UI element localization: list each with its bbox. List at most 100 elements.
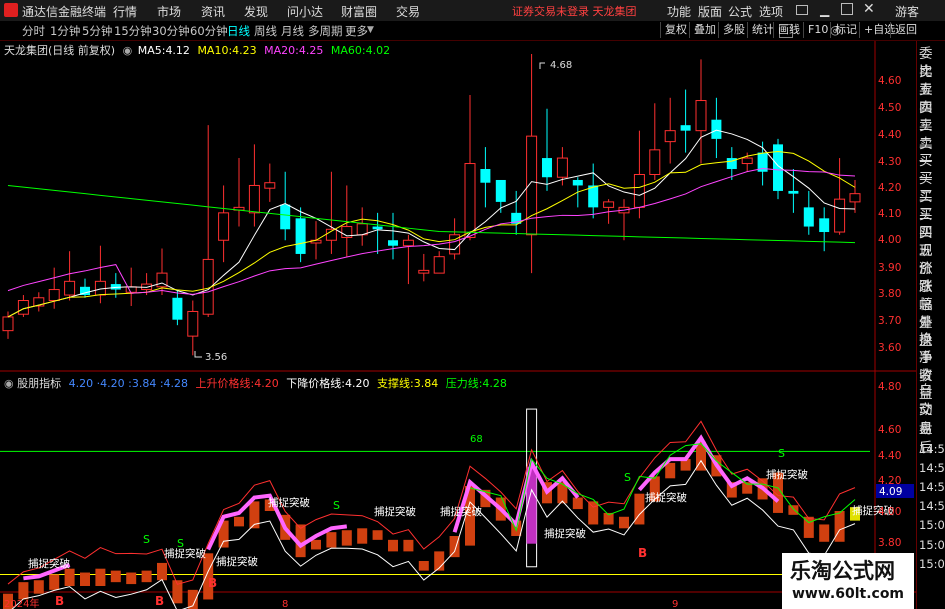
side-panel-time: 15:00 [919, 537, 945, 552]
period-tab-5min[interactable]: 5分钟 [82, 23, 112, 39]
menu-quotes[interactable]: 行情 [113, 3, 137, 20]
indicator-bar [819, 524, 830, 542]
candle-body [388, 240, 398, 246]
candle-body [264, 182, 276, 189]
user-label[interactable]: 游客 [895, 3, 919, 20]
period-tab-15min[interactable]: 15分钟 [114, 23, 152, 39]
candle-body [680, 125, 691, 131]
high-marker-label: 4.68 [550, 60, 572, 71]
candle-body [556, 157, 568, 178]
price-tick: 4.10 [878, 208, 902, 220]
menu-function[interactable]: 功能 [667, 3, 691, 20]
candle-body [433, 256, 445, 274]
side-panel-time: 15:00 [919, 556, 945, 571]
watermark-url: www.60lt.com [792, 586, 905, 602]
indicator-bar [403, 539, 414, 552]
menu-wealth[interactable]: 财富圈 [341, 3, 377, 20]
app-logo-icon [4, 3, 18, 17]
candle-body [603, 201, 615, 208]
indicator-marker-68: 68 [470, 434, 483, 445]
indicator-bar [341, 530, 352, 546]
overlay-button[interactable]: 叠加 [689, 22, 720, 38]
period-tab-weekly[interactable]: 周线 [254, 23, 277, 39]
candle-body [464, 163, 476, 239]
menu-ask[interactable]: 问小达 [287, 3, 323, 20]
kline-chart[interactable]: 4.68 3.56 68 B B B B S S S S S 捕捉突破 捕捉突破… [0, 41, 916, 609]
menu-formula[interactable]: 公式 [728, 3, 752, 20]
candle-body [664, 130, 676, 143]
candlestick-series [2, 53, 861, 356]
period-bar: 分时 1分钟 5分钟 15分钟 30分钟 60分钟 日线 周线 月线 多周期 更… [0, 21, 945, 41]
period-tab-more[interactable]: 更多 [345, 23, 368, 39]
candle-body [542, 158, 552, 178]
low-marker-label: 3.56 [205, 352, 227, 363]
menu-news[interactable]: 资讯 [201, 3, 225, 20]
app-title: 通达信金融终端 [22, 5, 107, 19]
minimize-icon[interactable]: ▁ [820, 3, 829, 17]
price-tick: 4.60 [878, 75, 902, 87]
period-tab-60min[interactable]: 60分钟 [190, 23, 228, 39]
period-tab-30min[interactable]: 30分钟 [152, 23, 190, 39]
time-axis-year: 2024年 [4, 597, 39, 609]
indicator-tick: 3.80 [878, 537, 902, 549]
candle-body [834, 198, 846, 233]
indicator-tick: 4.80 [878, 381, 902, 393]
indicator-bar [18, 582, 29, 600]
close-icon[interactable]: ✕ [863, 1, 875, 17]
mark-button[interactable]: 标记 [830, 22, 861, 38]
price-tick: 3.60 [878, 342, 902, 354]
menu-layout[interactable]: 版面 [698, 3, 722, 20]
maximize-icon[interactable] [841, 3, 853, 15]
candle-body [64, 280, 76, 296]
window-icon[interactable] [796, 5, 808, 15]
candle-body [372, 226, 383, 230]
capture-label-1: 捕捉突破 [28, 557, 70, 570]
candle-body [633, 173, 645, 208]
b-signal-4: B [638, 546, 647, 560]
price-tick: 4.40 [878, 129, 902, 141]
b-signal-3: B [208, 576, 217, 590]
draw-line-button[interactable]: 画线 [773, 22, 804, 38]
candle-body [711, 119, 722, 139]
indicator-bar [357, 528, 368, 544]
quote-side-panel: 委比 卖五 卖四 卖三 卖二 卖一 买一 买二 买三 买四 买五 现价 涨跌 涨幅 总量 外盘 换手 净资 收益 自… [916, 41, 945, 609]
capture-label-3: 捕捉突破 [216, 555, 258, 568]
period-tab-intraday[interactable]: 分时 [22, 23, 45, 39]
login-notice: 证券交易未登录 天龙集团 [512, 5, 637, 18]
price-tick: 4.50 [878, 102, 902, 114]
period-tab-1min[interactable]: 1分钟 [50, 23, 80, 39]
s-signal-4: S [624, 471, 631, 484]
indicator-tick: 4.00 [878, 506, 902, 518]
more-chevron-icon[interactable]: ▼ [367, 25, 374, 35]
menu-discover[interactable]: 发现 [244, 3, 268, 20]
multi-stock-button[interactable]: 多股 [718, 22, 749, 38]
candle-body [248, 184, 260, 214]
back-button[interactable]: 返回 [890, 22, 921, 38]
title-bar: 通达信金融终端 行情 市场 资讯 发现 问小达 财富圈 交易 证券交易未登录 天… [0, 0, 945, 22]
adjust-button[interactable]: 复权 [660, 22, 691, 38]
period-tab-monthly[interactable]: 月线 [281, 23, 304, 39]
candle-body [480, 169, 491, 183]
side-panel-time: 15:00 [919, 518, 945, 533]
side-panel-time: 14:57 [919, 499, 945, 514]
indicator-bar [665, 462, 676, 479]
menu-trade[interactable]: 交易 [396, 3, 420, 20]
rise-price-line [7, 420, 856, 585]
period-tab-daily[interactable]: 日线 [227, 23, 250, 39]
s-signal-1: S [143, 533, 150, 546]
s-signal-5: S [778, 447, 785, 460]
indicator-bar [126, 572, 137, 585]
indicator-bar [372, 530, 383, 540]
capture-label-5: 捕捉突破 [374, 505, 416, 518]
watermark: 乐淘公式网 www.60lt.com [782, 553, 914, 609]
menu-market[interactable]: 市场 [157, 3, 181, 20]
indicator-bar [33, 580, 44, 594]
b-signal-2: B [155, 594, 164, 608]
price-tick: 3.80 [878, 288, 902, 300]
f10-button[interactable]: F10 [803, 22, 832, 38]
capture-label-8: 捕捉突破 [645, 491, 687, 504]
menu-options[interactable]: 选项 [759, 3, 783, 20]
indicator-bar [64, 568, 75, 586]
period-tab-multi[interactable]: 多周期 [308, 23, 343, 39]
side-panel-time: 14:57 [919, 480, 945, 494]
